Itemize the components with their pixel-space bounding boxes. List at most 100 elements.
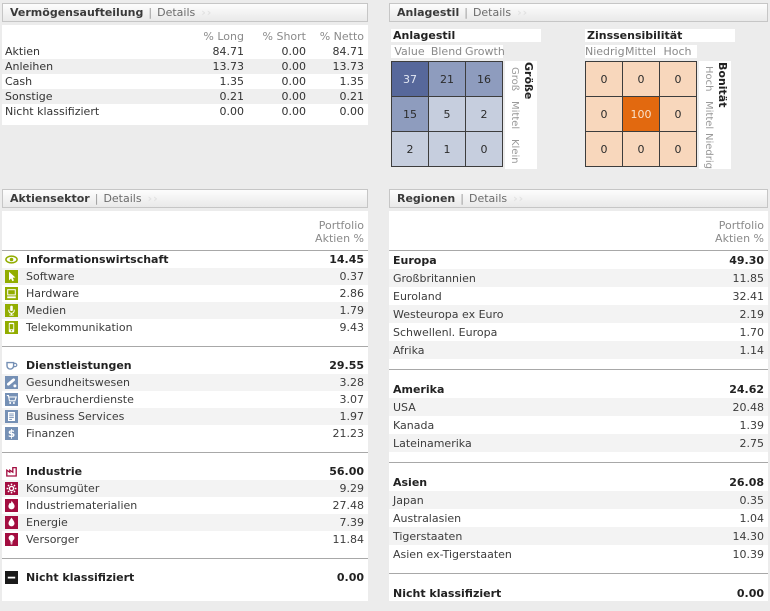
allocation-details-link[interactable]: Details — [157, 6, 195, 19]
region-row: Tigerstaaten 14.30 — [389, 527, 768, 545]
sector-row: Telekommunikation 9.43 — [2, 319, 368, 336]
page: { "ui": { "details_label": "Details", "d… — [0, 0, 770, 611]
sector-label: Telekommunikation — [26, 321, 133, 334]
sector-value: 7.39 — [340, 516, 365, 529]
style-cell: 37 — [392, 62, 428, 96]
row-klein: Klein — [507, 133, 520, 169]
bond-row-labels: Hoch Mittel Niedrig Bonität — [699, 61, 731, 169]
sector-value: 1.97 — [340, 410, 365, 423]
region-panel-header: Regionen | Details ›› — [389, 189, 768, 208]
allocation-panel-header: Vermögensaufteilung | Details ›› — [2, 3, 368, 22]
region-label: Schwellenl. Europa — [393, 326, 497, 339]
region-row: Afrika 1.14 — [389, 341, 768, 359]
region-group-row: Nicht klassifiziert 0.00 — [389, 584, 768, 602]
col-growth: Growth — [465, 45, 502, 58]
sector-row: Energie 7.39 — [2, 514, 368, 531]
sector-label: Verbraucherdienste — [26, 393, 134, 406]
lightbulb-icon — [5, 533, 18, 546]
region-value: 14.30 — [733, 530, 765, 543]
region-label: Euroland — [393, 290, 442, 303]
row-short: 0.00 — [244, 105, 306, 118]
sector-value: 27.48 — [333, 499, 365, 512]
sector-panel-header: Aktiensektor | Details ›› — [2, 189, 368, 208]
style-details-link[interactable]: Details — [473, 6, 511, 19]
sector-row: Software 0.37 — [2, 268, 368, 285]
row-mittel: Mittel — [701, 97, 714, 133]
region-label: Lateinamerika — [393, 437, 472, 450]
panel-title: Regionen — [397, 192, 455, 205]
sector-row: Versorger 11.84 — [2, 531, 368, 548]
sector-label: Industrie — [26, 465, 82, 478]
style-panel: Anlagestil | Details ›› Anlagestil Value… — [389, 3, 768, 175]
region-label: Nicht klassifiziert — [393, 587, 501, 600]
row-gross: Groß — [507, 61, 520, 97]
sector-value: 21.23 — [333, 427, 365, 440]
region-list: Portfolio Aktien % Europa 49.30 Großbrit… — [389, 211, 768, 601]
group-separator — [2, 346, 368, 347]
sector-row: Verbraucherdienste 3.07 — [2, 391, 368, 408]
style-cell: 0 — [466, 132, 502, 166]
region-group-row: Asien 26.08 — [389, 473, 768, 491]
region-value: 1.04 — [740, 512, 765, 525]
dollar-icon: $ — [5, 427, 18, 440]
allocation-panel: Vermögensaufteilung | Details ›› % Long … — [2, 3, 368, 125]
equity-style-box: Anlagestil Value Blend Growth 37 21 16 1… — [391, 29, 541, 167]
row-label: Aktien — [2, 45, 174, 58]
sector-label: Medien — [26, 304, 66, 317]
chevrons-icon: ›› — [201, 6, 212, 19]
region-row: Australasien 1.04 — [389, 509, 768, 527]
region-label: Großbritannien — [393, 272, 476, 285]
sector-value: 3.07 — [340, 393, 365, 406]
cursor-icon — [5, 270, 18, 283]
minus-icon — [5, 571, 18, 584]
row-label: Anleihen — [2, 60, 174, 73]
sector-row: Industriematerialien 27.48 — [2, 497, 368, 514]
row-long: 1.35 — [174, 75, 244, 88]
table-row: Anleihen 13.73 0.00 13.73 — [2, 59, 368, 74]
col-long: % Long — [174, 30, 244, 43]
style-cell: 0 — [623, 132, 659, 166]
region-value: 49.30 — [729, 254, 764, 267]
style-cell: 0 — [660, 62, 696, 96]
region-value: 26.08 — [729, 476, 764, 489]
sector-label: Konsumgüter — [26, 482, 99, 495]
region-group-row: Europa 49.30 — [389, 251, 768, 269]
sector-label: Business Services — [26, 410, 124, 423]
sector-panel: Aktiensektor | Details ›› Portfolio Akti… — [2, 189, 368, 601]
row-label: Sonstige — [2, 90, 174, 103]
header-divider: | — [460, 192, 464, 205]
group-separator — [2, 558, 368, 559]
chevrons-icon: ›› — [148, 192, 159, 205]
svg-text:$: $ — [8, 428, 15, 440]
region-value: 20.48 — [733, 401, 765, 414]
region-value: 10.39 — [733, 548, 765, 561]
region-row: Euroland 32.41 — [389, 287, 768, 305]
region-label: Westeuropa ex Euro — [393, 308, 504, 321]
sector-group-row: Industrie 56.00 — [2, 463, 368, 480]
sector-group-row: Dienstleistungen 29.55 — [2, 357, 368, 374]
table-row: Aktien 84.71 0.00 84.71 — [2, 44, 368, 59]
eye-icon — [5, 253, 18, 266]
flame-icon — [5, 499, 18, 512]
style-cell: 0 — [586, 62, 622, 96]
sector-details-link[interactable]: Details — [103, 192, 141, 205]
mobile-phone-icon — [5, 321, 18, 334]
row-netto: 0.21 — [306, 90, 364, 103]
sector-value: 9.29 — [340, 482, 365, 495]
row-short: 0.00 — [244, 60, 306, 73]
region-row: Schwellenl. Europa 1.70 — [389, 323, 768, 341]
region-label: Kanada — [393, 419, 434, 432]
row-long: 13.73 — [174, 60, 244, 73]
health-icon — [5, 376, 18, 389]
region-details-link[interactable]: Details — [469, 192, 507, 205]
style-cell: 2 — [466, 97, 502, 131]
axis-bonitaet: Bonität — [714, 61, 729, 169]
region-value: 1.70 — [740, 326, 765, 339]
bond-box-title: Zinssensibilität — [585, 29, 735, 42]
col-mittel: Mittel — [622, 45, 659, 58]
row-netto: 84.71 — [306, 45, 364, 58]
chevrons-icon: ›› — [513, 192, 524, 205]
chevrons-icon: ›› — [517, 6, 528, 19]
sector-value: 14.45 — [329, 253, 364, 266]
panel-title: Anlagestil — [397, 6, 459, 19]
